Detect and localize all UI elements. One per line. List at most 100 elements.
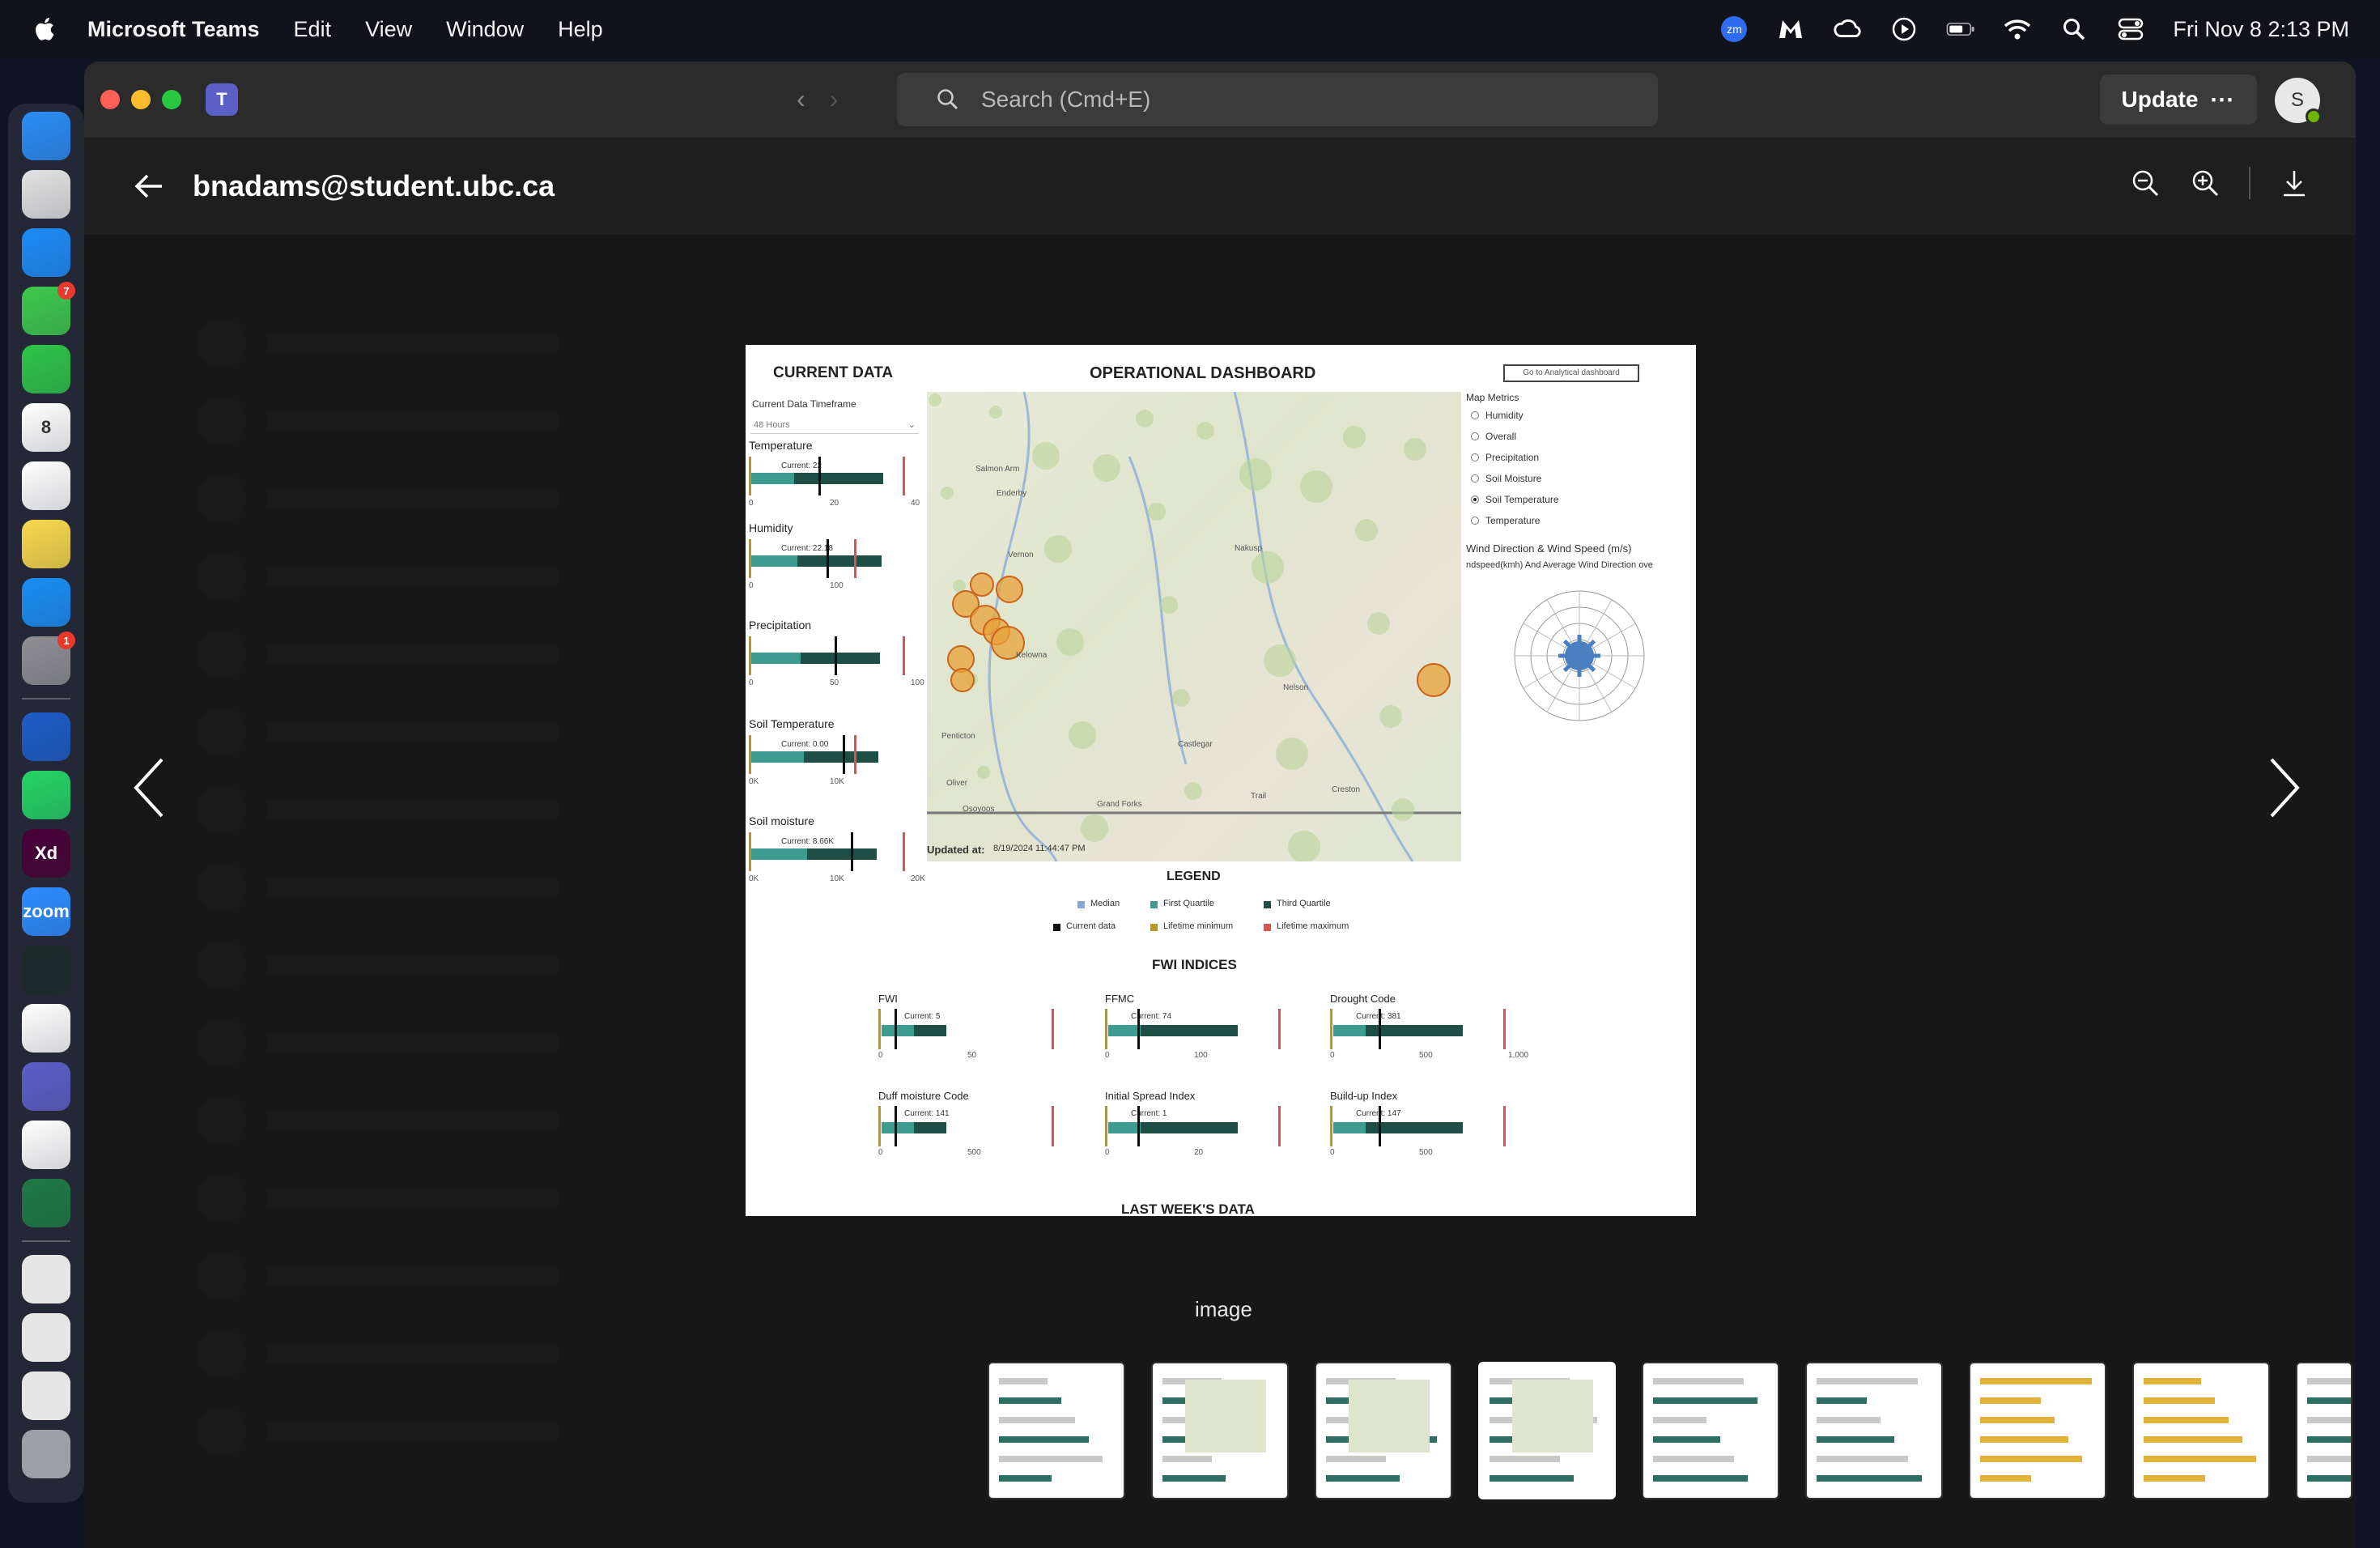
thumbnail-content-line bbox=[999, 1475, 1052, 1482]
update-button[interactable]: Update ⋯ bbox=[2100, 74, 2257, 125]
fwi-tick: 0 bbox=[1105, 1148, 1110, 1157]
avatar[interactable]: S bbox=[2275, 78, 2322, 125]
thumbnail[interactable] bbox=[2296, 1362, 2352, 1499]
dock-calendar-icon[interactable]: 8 bbox=[22, 403, 70, 452]
map-metric-radio[interactable] bbox=[1471, 517, 1479, 525]
thumbnail-content-line bbox=[1980, 1397, 2041, 1404]
fwi-max-marker bbox=[1278, 1009, 1281, 1049]
history-forward-icon[interactable]: › bbox=[830, 84, 839, 114]
thumbnail[interactable] bbox=[1315, 1362, 1452, 1499]
map-metric-radio[interactable] bbox=[1471, 474, 1479, 483]
zoom-window-button[interactable] bbox=[162, 90, 181, 109]
metric-current-marker bbox=[818, 457, 821, 495]
map-metric-radio[interactable] bbox=[1471, 495, 1479, 504]
thumbnail[interactable] bbox=[1151, 1362, 1289, 1499]
dock-file-icon[interactable] bbox=[22, 1372, 70, 1420]
presence-available-icon bbox=[2306, 108, 2322, 125]
dock-notes-icon[interactable] bbox=[22, 520, 70, 568]
zoom-out-icon[interactable] bbox=[2129, 167, 2161, 199]
wifi-icon[interactable] bbox=[2003, 15, 2032, 44]
thumbnail-content-line bbox=[1162, 1456, 1212, 1462]
fwi-min-marker bbox=[878, 1009, 881, 1049]
map-terrain-patch bbox=[1367, 612, 1390, 635]
map-metric-radio[interactable] bbox=[1471, 453, 1479, 461]
menubar-clock[interactable]: Fri Nov 8 2:13 PM bbox=[2173, 17, 2349, 42]
map-metric-radio[interactable] bbox=[1471, 411, 1479, 419]
metric-tick: 40 bbox=[911, 499, 920, 508]
dock-activity-monitor-icon[interactable] bbox=[22, 946, 70, 994]
dock-whatsapp-icon[interactable] bbox=[22, 771, 70, 819]
map-place-label: Nakusp bbox=[1235, 544, 1262, 553]
dock-reminders-icon[interactable] bbox=[22, 461, 70, 510]
dock-screenshot-icon[interactable] bbox=[22, 1313, 70, 1362]
thumbnail[interactable] bbox=[2132, 1362, 2270, 1499]
thumbnail[interactable] bbox=[1478, 1362, 1616, 1499]
menu-app-name[interactable]: Microsoft Teams bbox=[87, 17, 260, 42]
malwarebytes-icon[interactable] bbox=[1776, 15, 1805, 44]
fwi-min-marker bbox=[1330, 1009, 1332, 1049]
menu-edit[interactable]: Edit bbox=[294, 17, 332, 42]
viewer-title: bnadams@student.ubc.ca bbox=[193, 169, 555, 202]
control-center-icon[interactable] bbox=[2116, 15, 2145, 44]
dock-launchpad-icon[interactable] bbox=[22, 170, 70, 219]
menu-help[interactable]: Help bbox=[558, 17, 603, 42]
metric-tick: 0 bbox=[749, 499, 754, 508]
fwi-tick: 500 bbox=[1419, 1051, 1433, 1060]
previous-image-icon[interactable] bbox=[125, 751, 176, 824]
dock-facetime-icon[interactable] bbox=[22, 345, 70, 393]
dock-vs-code-icon[interactable] bbox=[22, 1004, 70, 1053]
history-back-icon[interactable]: ‹ bbox=[797, 84, 805, 114]
apple-menu-icon[interactable] bbox=[31, 15, 60, 44]
thumbnail[interactable] bbox=[1805, 1362, 1943, 1499]
dock-word-icon[interactable] bbox=[22, 712, 70, 761]
timeframe-select[interactable]: 48 Hours ⌄ bbox=[750, 416, 919, 434]
map-metric-radio[interactable] bbox=[1471, 432, 1479, 440]
battery-icon[interactable] bbox=[1946, 15, 1975, 44]
map-place-label: Kelowna bbox=[1016, 651, 1048, 660]
spotlight-search-icon[interactable] bbox=[2059, 15, 2089, 44]
metric-min-marker bbox=[749, 636, 751, 675]
dock-zoom-icon[interactable]: zoom bbox=[22, 887, 70, 936]
map-terrain-patch bbox=[1288, 831, 1320, 861]
map-station-bubble[interactable] bbox=[1417, 663, 1451, 697]
map[interactable]: Salmon Arm Enderby Vernon Kelowna Penticton O… bbox=[927, 392, 1461, 861]
fwi-title: FWI INDICES bbox=[1152, 957, 1237, 972]
fwi-max-marker bbox=[1503, 1009, 1506, 1049]
map-station-bubble[interactable] bbox=[970, 572, 994, 597]
search-input[interactable]: Search (Cmd+E) bbox=[897, 73, 1658, 126]
download-icon[interactable] bbox=[2278, 167, 2310, 199]
play-icon[interactable] bbox=[1889, 15, 1919, 44]
thumbnail[interactable] bbox=[988, 1362, 1125, 1499]
dock-excel-icon[interactable] bbox=[22, 1179, 70, 1227]
dock-messages-icon[interactable]: 7 bbox=[22, 282, 75, 335]
dock-teams-icon[interactable] bbox=[22, 1062, 70, 1111]
next-image-icon[interactable] bbox=[2257, 751, 2309, 824]
dock-keychain-icon[interactable] bbox=[22, 1121, 70, 1169]
back-arrow-icon[interactable] bbox=[130, 167, 168, 206]
dock-document-icon[interactable] bbox=[22, 1255, 70, 1303]
minimize-window-button[interactable] bbox=[131, 90, 151, 109]
thumbnail-content-line bbox=[1817, 1378, 1918, 1384]
dock-finder-icon[interactable] bbox=[22, 112, 70, 160]
map-station-bubble[interactable] bbox=[996, 576, 1023, 603]
dock-app-store-icon[interactable] bbox=[22, 578, 70, 627]
menu-view[interactable]: View bbox=[365, 17, 412, 42]
dock-system-settings-icon[interactable]: 1 bbox=[22, 632, 75, 685]
creative-cloud-icon[interactable] bbox=[1833, 15, 1862, 44]
metric-bar-quartile bbox=[804, 751, 878, 763]
zoom-in-icon[interactable] bbox=[2189, 167, 2221, 199]
dock-safari-icon[interactable] bbox=[22, 228, 70, 277]
thumbnail-content-line bbox=[2307, 1397, 2351, 1404]
more-options-icon[interactable]: ⋯ bbox=[2209, 86, 2235, 114]
map-station-bubble[interactable] bbox=[950, 668, 975, 692]
thumbnail[interactable] bbox=[1642, 1362, 1779, 1499]
dock-adobe-xd-icon[interactable]: Xd bbox=[22, 829, 70, 878]
close-window-button[interactable] bbox=[100, 90, 120, 109]
zoom-status-icon[interactable]: zm bbox=[1719, 15, 1749, 44]
dock-trash-icon[interactable] bbox=[22, 1430, 70, 1478]
menu-window[interactable]: Window bbox=[446, 17, 524, 42]
metric-current-marker bbox=[827, 539, 829, 578]
thumbnail[interactable] bbox=[1969, 1362, 2106, 1499]
fwi-tick: 0 bbox=[878, 1051, 883, 1060]
analytical-dashboard-button[interactable]: Go to Analytical dashboard bbox=[1503, 364, 1639, 382]
